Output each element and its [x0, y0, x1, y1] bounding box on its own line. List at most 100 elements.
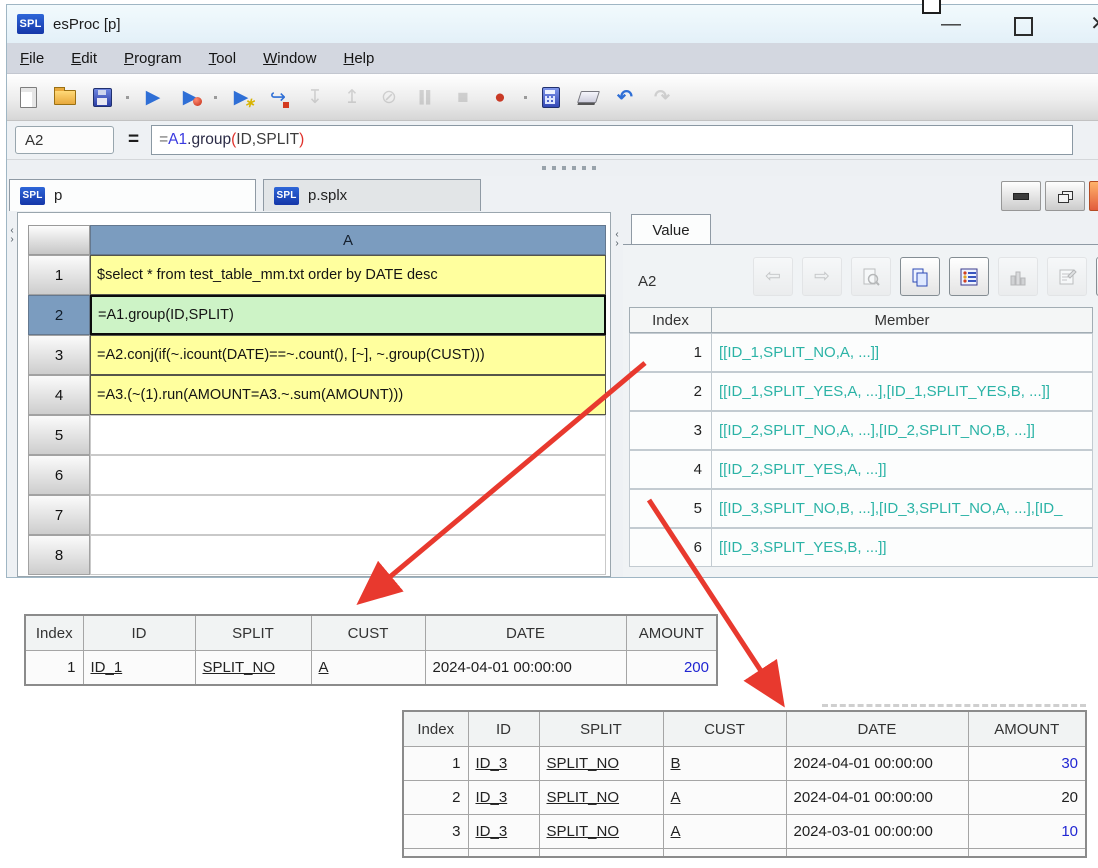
preview-icon: [851, 257, 891, 296]
collapse-left-icon[interactable]: ‹ ›: [8, 226, 16, 245]
value-row-index[interactable]: 5: [629, 489, 712, 528]
left-splitter[interactable]: ‹ ›: [7, 212, 17, 577]
cell-cust[interactable]: A: [662, 780, 787, 815]
toolbar: ▶ ▶ ▶ ∗ ↪ ↧ ↥ ⊘ ▌▌ ■ ● ↶ ↷: [7, 74, 1098, 121]
capture-artifact: [922, 0, 941, 14]
app-logo-icon: SPL: [17, 14, 44, 34]
grid-corner-cell[interactable]: [28, 225, 90, 255]
value-row-index[interactable]: 2: [629, 372, 712, 411]
cell-date[interactable]: 2024-03-01 00:00:00: [785, 814, 969, 849]
value-row-index[interactable]: 6: [629, 528, 712, 567]
cell-id[interactable]: ID_3: [467, 746, 540, 781]
breakpoint-icon[interactable]: ●: [487, 84, 513, 110]
formula-input[interactable]: = A1 .group(ID,SPLIT): [151, 125, 1073, 155]
cell-split[interactable]: SPLIT_NO: [194, 650, 312, 686]
row-header-6[interactable]: 6: [28, 455, 90, 495]
window-close-button[interactable]: ✕: [1090, 11, 1098, 36]
value-row-member[interactable]: [[ID_3,SPLIT_YES,B, ...]]: [711, 528, 1093, 567]
cell-index[interactable]: 1: [402, 746, 469, 781]
cell-A2-selected[interactable]: =A1.group(ID,SPLIT): [90, 295, 606, 335]
row-header-3[interactable]: 3: [28, 335, 90, 375]
cell-A1[interactable]: $select * from test_table_mm.txt order b…: [90, 255, 606, 295]
value-row-index[interactable]: 4: [629, 450, 712, 489]
menu-bar: File Edit Program Tool Window Help: [7, 43, 1098, 74]
toolbar-separator: [214, 95, 217, 99]
cell-split[interactable]: SPLIT_NO: [538, 780, 664, 815]
value-row-member[interactable]: [[ID_1,SPLIT_YES,A, ...],[ID_1,SPLIT_YES…: [711, 372, 1093, 411]
cell-split[interactable]: SPLIT_NO: [538, 746, 664, 781]
cell-reference-box[interactable]: A2: [15, 126, 114, 154]
run-icon[interactable]: ▶: [140, 84, 166, 110]
screenshot-stage: SPL esProc [p] — ✕ File Edit Program Too…: [0, 0, 1098, 868]
menu-program[interactable]: Program: [124, 50, 182, 67]
main-area: ‹ › A 1 $select * from test_table_mm.txt …: [7, 212, 1098, 577]
cell-cust[interactable]: A: [310, 650, 426, 686]
value-row-member[interactable]: [[ID_3,SPLIT_NO,B, ...],[ID_3,SPLIT_NO,A…: [711, 489, 1093, 528]
cell-A7[interactable]: [90, 495, 606, 535]
cell-cust[interactable]: B: [662, 746, 787, 781]
row-header-1[interactable]: 1: [28, 255, 90, 295]
cell-A3[interactable]: =A2.conj(if(~.icount(DATE)==~.count(), […: [90, 335, 606, 375]
run-to-cursor-icon[interactable]: ▶ ∗: [228, 84, 255, 110]
eraser-icon[interactable]: [575, 84, 601, 110]
cell-split[interactable]: SPLIT_NO: [538, 814, 664, 849]
value-row-member[interactable]: [[ID_2,SPLIT_NO,A, ...],[ID_2,SPLIT_NO,B…: [711, 411, 1093, 450]
menu-window[interactable]: Window: [263, 50, 316, 67]
row-header-2[interactable]: 2: [28, 295, 90, 335]
cell-A4[interactable]: =A3.(~(1).run(AMOUNT=A3.~.sum(AMOUNT))): [90, 375, 606, 415]
row-header-5[interactable]: 5: [28, 415, 90, 455]
cell-amount[interactable]: 200: [625, 650, 718, 686]
cell-index[interactable]: 3: [402, 814, 469, 849]
doc-close-button[interactable]: [1089, 181, 1098, 211]
cell-A8[interactable]: [90, 535, 606, 575]
collapse-panel-icon[interactable]: ‹ ›: [613, 230, 621, 249]
cell-id[interactable]: ID_3: [467, 814, 540, 849]
vertical-splitter[interactable]: ‹ ›: [611, 212, 623, 577]
menu-file[interactable]: File: [20, 50, 44, 67]
cell-amount[interactable]: 30: [967, 746, 1087, 781]
cell-A6[interactable]: [90, 455, 606, 495]
menu-tool[interactable]: Tool: [209, 50, 237, 67]
cell-amount[interactable]: 10: [967, 814, 1087, 849]
column-header-A[interactable]: A: [90, 225, 606, 255]
cell-date[interactable]: 2024-04-01 00:00:00: [785, 780, 969, 815]
tab-p[interactable]: SPL p: [9, 179, 256, 211]
value-row-index[interactable]: 1: [629, 333, 712, 372]
row-header-7[interactable]: 7: [28, 495, 90, 535]
value-row-index[interactable]: 3: [629, 411, 712, 450]
open-file-icon[interactable]: [52, 84, 78, 110]
doc-minimize-button[interactable]: [1001, 181, 1041, 211]
cell-index[interactable]: 2: [402, 780, 469, 815]
cell-id[interactable]: ID_1: [82, 650, 196, 686]
step-over-icon[interactable]: ↪: [265, 84, 291, 110]
cell-A5[interactable]: [90, 415, 606, 455]
doc-restore-button[interactable]: [1045, 181, 1085, 211]
window-minimize-button[interactable]: —: [941, 13, 961, 36]
cell-date[interactable]: 2024-04-01 00:00:00: [785, 746, 969, 781]
cell-id[interactable]: ID_3: [467, 780, 540, 815]
calculator-icon[interactable]: [538, 84, 564, 110]
cell-date[interactable]: 2024-04-01 00:00:00: [424, 650, 627, 686]
debug-run-icon[interactable]: ▶: [177, 84, 203, 110]
detail-view-icon[interactable]: [949, 257, 989, 296]
tab-value[interactable]: Value: [631, 214, 711, 245]
splitter-grip-icon: [542, 166, 596, 170]
row-header-4[interactable]: 4: [28, 375, 90, 415]
value-col-index: Index: [629, 307, 712, 333]
menu-edit[interactable]: Edit: [71, 50, 97, 67]
undo-icon[interactable]: ↶: [612, 84, 638, 110]
value-row-member[interactable]: [[ID_1,SPLIT_NO,A, ...]]: [711, 333, 1093, 372]
value-row-member[interactable]: [[ID_2,SPLIT_YES,A, ...]]: [711, 450, 1093, 489]
cell-amount[interactable]: 20: [967, 780, 1087, 815]
cell-index[interactable]: 1: [24, 650, 84, 686]
row-header-8[interactable]: 8: [28, 535, 90, 575]
horizontal-splitter[interactable]: [7, 160, 1098, 176]
new-file-icon[interactable]: [15, 84, 41, 110]
copy-icon[interactable]: [900, 257, 940, 296]
menu-help[interactable]: Help: [343, 50, 374, 67]
window-maximize-button[interactable]: [1014, 17, 1033, 36]
cell-cust[interactable]: A: [662, 814, 787, 849]
save-icon[interactable]: [89, 84, 115, 110]
toolbar-separator: [126, 95, 129, 99]
tab-p-splx[interactable]: SPL p.splx: [263, 179, 481, 211]
